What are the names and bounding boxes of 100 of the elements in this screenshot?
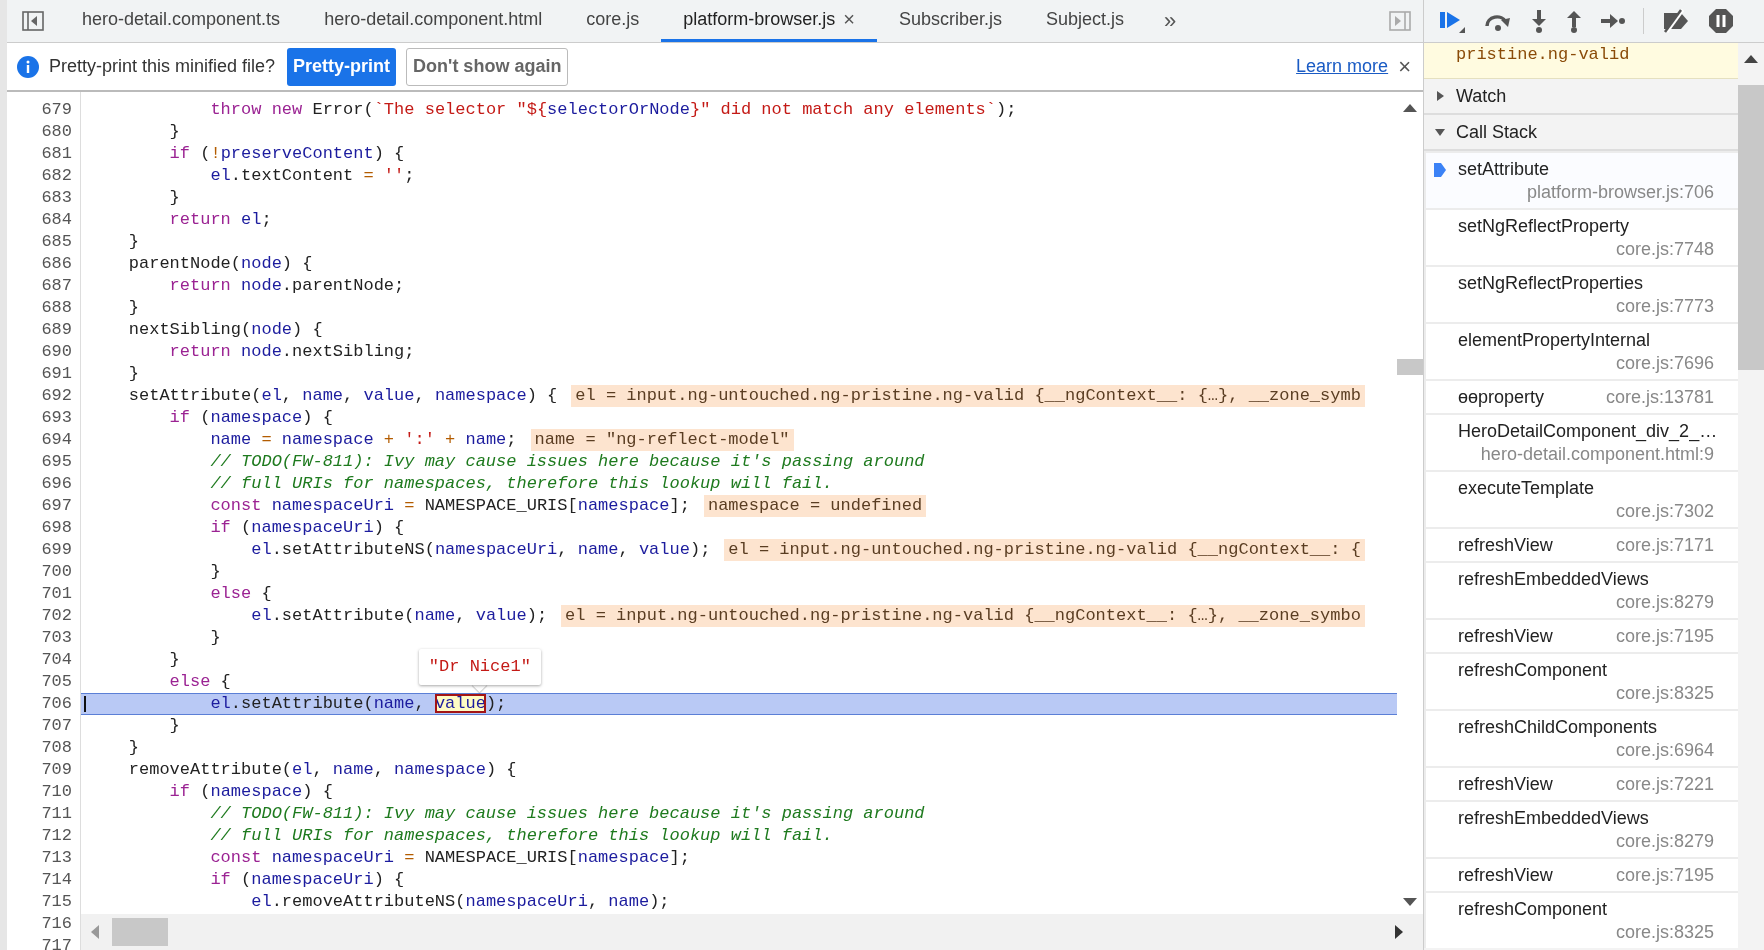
code-line: el.setAttribute(name, value); [250, 605, 548, 627]
inline-value: el = input.ng-untouched.ng-pristine.ng-valid {__ngContext__: {…}, __zone_symb [571, 385, 1365, 407]
code-line: el.removeAttributeNS(namespaceUri, name); [250, 891, 670, 913]
code-line: // full URIs for namespaces, therefore this lookup will fail. [209, 473, 833, 495]
line-number: 710 [40, 781, 73, 803]
file-tab[interactable]: hero-detail.component.html [302, 0, 565, 42]
code-line: return el; [168, 209, 272, 231]
call-frame[interactable]: setNgReflectProperty core.js:7748 [1426, 210, 1738, 265]
code-line: } [168, 187, 180, 209]
call-frame[interactable]: HeroDetailComponent_div_2_… hero-detail.component.html:9 [1426, 415, 1738, 470]
code-line: el.textContent = ''; [209, 165, 415, 187]
step-icon[interactable] [1600, 12, 1626, 30]
frame-location: core.js:8279 [1615, 591, 1714, 614]
file-tab[interactable]: Subject.js [1024, 0, 1147, 42]
close-button[interactable]: × [843, 8, 855, 31]
pretty-print-button[interactable]: Pretty-print [287, 47, 397, 86]
frame-function: refreshEmbeddedViews [1458, 807, 1649, 830]
section-title: Call Stack [1456, 121, 1538, 143]
disclosure-triangle-icon[interactable] [1434, 126, 1446, 138]
code-line: throw new Error(`The selector "${selectorOrNode}" did not match any elements`); [209, 99, 1017, 121]
line-number: 708 [40, 737, 73, 759]
call-frame[interactable]: refreshComponent core.js:8325 [1426, 654, 1738, 709]
code-line: el.setAttribute(name, value); [209, 694, 507, 714]
line-number: 716 [40, 913, 73, 935]
frame-location: core.js:8325 [1615, 921, 1714, 944]
file-tab[interactable]: hero-detail.component.ts [60, 0, 303, 42]
call-frame[interactable]: refreshView core.js:7171 [1426, 529, 1738, 561]
scrollbar-thumb[interactable] [1397, 359, 1423, 375]
code-line: name = namespace + ':' + name; [209, 429, 517, 451]
call-frame[interactable]: elementPropertyInternal core.js:7696 [1426, 324, 1738, 379]
call-frame[interactable]: setNgReflectProperties core.js:7773 [1426, 267, 1738, 322]
frame-function: setNgReflectProperties [1458, 272, 1644, 295]
frame-function: elementPropertyInternal [1458, 329, 1651, 352]
code-line: } [168, 715, 180, 737]
file-tab[interactable]: core.js [564, 0, 662, 42]
line-number: 717 [40, 935, 73, 950]
frame-location: core.js:7195 [1615, 864, 1714, 887]
call-frame[interactable]: refreshView core.js:7195 [1426, 859, 1738, 891]
scroll-up-icon[interactable] [1403, 102, 1417, 112]
scrollbar-thumb[interactable] [112, 918, 168, 946]
inline-value: namespace = undefined [703, 495, 927, 517]
line-number: 680 [40, 121, 73, 143]
disclosure-triangle-icon[interactable] [1434, 90, 1446, 102]
code-line: else { [168, 671, 231, 693]
step-out-icon[interactable] [1565, 9, 1583, 33]
pause-icon[interactable] [1708, 8, 1734, 34]
dont-show-again-button[interactable]: Don't show again [406, 47, 569, 86]
call-frame[interactable]: executeTemplate core.js:7302 [1426, 472, 1738, 527]
frame-function: setAttribute [1458, 158, 1550, 181]
frame-location: core.js:7302 [1615, 500, 1714, 523]
frame-function: refreshComponent [1458, 659, 1608, 682]
infobar-message: Pretty-print this minified file? [49, 56, 276, 77]
code-line: } [168, 649, 180, 671]
code-line: else { [209, 583, 272, 605]
sidebar-toggle-icon[interactable] [22, 11, 44, 31]
call-frame[interactable]: refreshChildComponents core.js:6964 [1426, 711, 1738, 766]
call-frame[interactable]: ɵɵproperty core.js:13781 [1426, 381, 1738, 413]
code-line: return node.parentNode; [168, 275, 405, 297]
call-frame[interactable]: setAttribute platform-browser.js:706 [1426, 153, 1738, 208]
inline-value: el = input.ng-untouched.ng-pristine.ng-valid {__ngContext__: { [724, 539, 1365, 561]
code-line: } [127, 297, 139, 319]
file-tab[interactable]: platform-browser.js × [661, 0, 877, 42]
more-tabs-button[interactable]: » [1164, 8, 1177, 34]
scroll-right-icon[interactable] [1395, 925, 1405, 939]
code-line: nextSibling(node) { [127, 319, 323, 341]
learn-more-link[interactable]: Learn more [1296, 56, 1389, 77]
line-number: 685 [40, 231, 73, 253]
scroll-down-icon[interactable] [1403, 898, 1417, 908]
frame-function: refreshView [1458, 864, 1553, 887]
code-line: if (namespace) { [168, 781, 333, 803]
scrollbar-thumb[interactable] [1738, 85, 1764, 370]
line-number: 715 [40, 891, 73, 913]
line-number: 707 [40, 715, 73, 737]
file-tab[interactable]: Subscriber.js [877, 0, 1025, 42]
line-number: 706 [40, 693, 73, 715]
step-into-icon[interactable] [1530, 9, 1548, 33]
close-button[interactable]: × [1398, 53, 1411, 80]
call-frame[interactable]: refreshEmbeddedViews core.js:8279 [1426, 563, 1738, 618]
frame-function: refreshChildComponents [1458, 716, 1658, 739]
line-number: 711 [40, 803, 73, 825]
frame-location: core.js:7221 [1615, 773, 1714, 796]
inline-value: el = input.ng-untouched.ng-pristine.ng-valid {__ngContext__: {…}, __zone_symbo [561, 605, 1365, 627]
line-number: 693 [40, 407, 73, 429]
line-number: 689 [40, 319, 73, 341]
line-number: 705 [40, 671, 73, 693]
call-frame[interactable]: refreshView core.js:7221 [1426, 768, 1738, 800]
code-line: if (namespaceUri) { [209, 869, 405, 891]
call-frame[interactable]: refreshView core.js:7195 [1426, 620, 1738, 652]
code-line: } [209, 627, 221, 649]
call-frame[interactable]: refreshComponent core.js:8325 [1426, 893, 1738, 948]
frame-location: core.js:7748 [1615, 238, 1714, 261]
line-number: 703 [40, 627, 73, 649]
call-frame[interactable]: refreshEmbeddedViews core.js:8279 [1426, 802, 1738, 857]
sidebar-toggle-icon[interactable] [1389, 11, 1411, 31]
deactivate-breakpoints-icon[interactable] [1661, 9, 1691, 33]
section-title: Watch [1456, 85, 1507, 107]
line-number: 713 [40, 847, 73, 869]
frame-function: refreshView [1458, 534, 1553, 557]
line-number: 691 [40, 363, 73, 385]
scroll-up-icon[interactable] [1744, 53, 1758, 63]
